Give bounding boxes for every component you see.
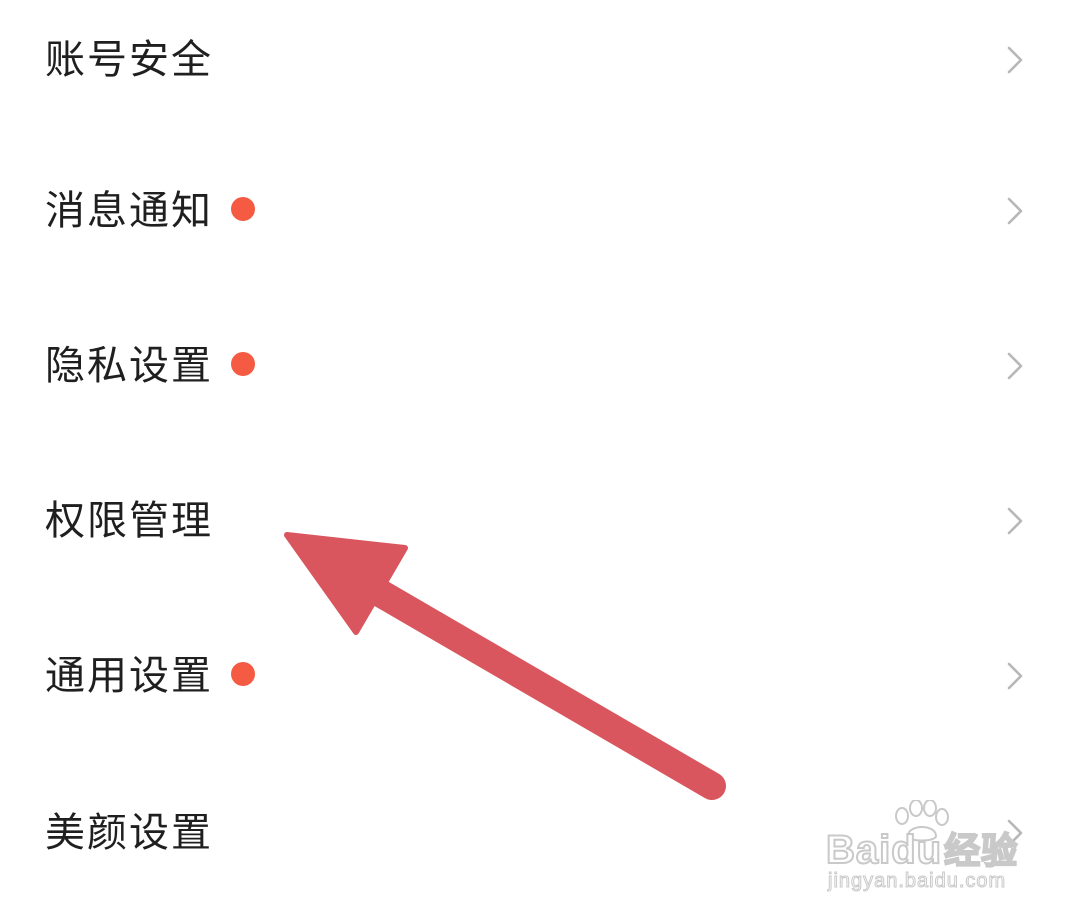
settings-item-label: 隐私设置 (45, 343, 213, 389)
chevron-right-icon (1007, 352, 1023, 380)
chevron-right-icon (1007, 819, 1023, 847)
chevron-right-icon (1007, 662, 1023, 690)
settings-item-message-notification[interactable]: 消息通知 (0, 151, 1080, 271)
settings-item-privacy[interactable]: 隐私设置 (0, 306, 1080, 426)
chevron-right-icon (1007, 507, 1023, 535)
settings-list: 账号安全 消息通知 隐私设置 权限管理 通用设置 美颜设置 (0, 0, 1080, 916)
notification-dot (231, 197, 255, 221)
chevron-right-icon (1007, 46, 1023, 74)
notification-dot (231, 662, 255, 686)
settings-item-beauty[interactable]: 美颜设置 (0, 773, 1080, 893)
notification-dot (231, 352, 255, 376)
settings-item-general[interactable]: 通用设置 (0, 616, 1080, 736)
settings-item-label: 通用设置 (45, 653, 213, 699)
chevron-right-icon (1007, 197, 1023, 225)
settings-item-label: 权限管理 (45, 498, 213, 544)
settings-item-permission-management[interactable]: 权限管理 (0, 461, 1080, 581)
settings-item-label: 账号安全 (45, 37, 213, 83)
settings-item-label: 消息通知 (45, 188, 213, 234)
settings-item-label: 美颜设置 (45, 810, 213, 856)
settings-item-account-security[interactable]: 账号安全 (0, 0, 1080, 120)
